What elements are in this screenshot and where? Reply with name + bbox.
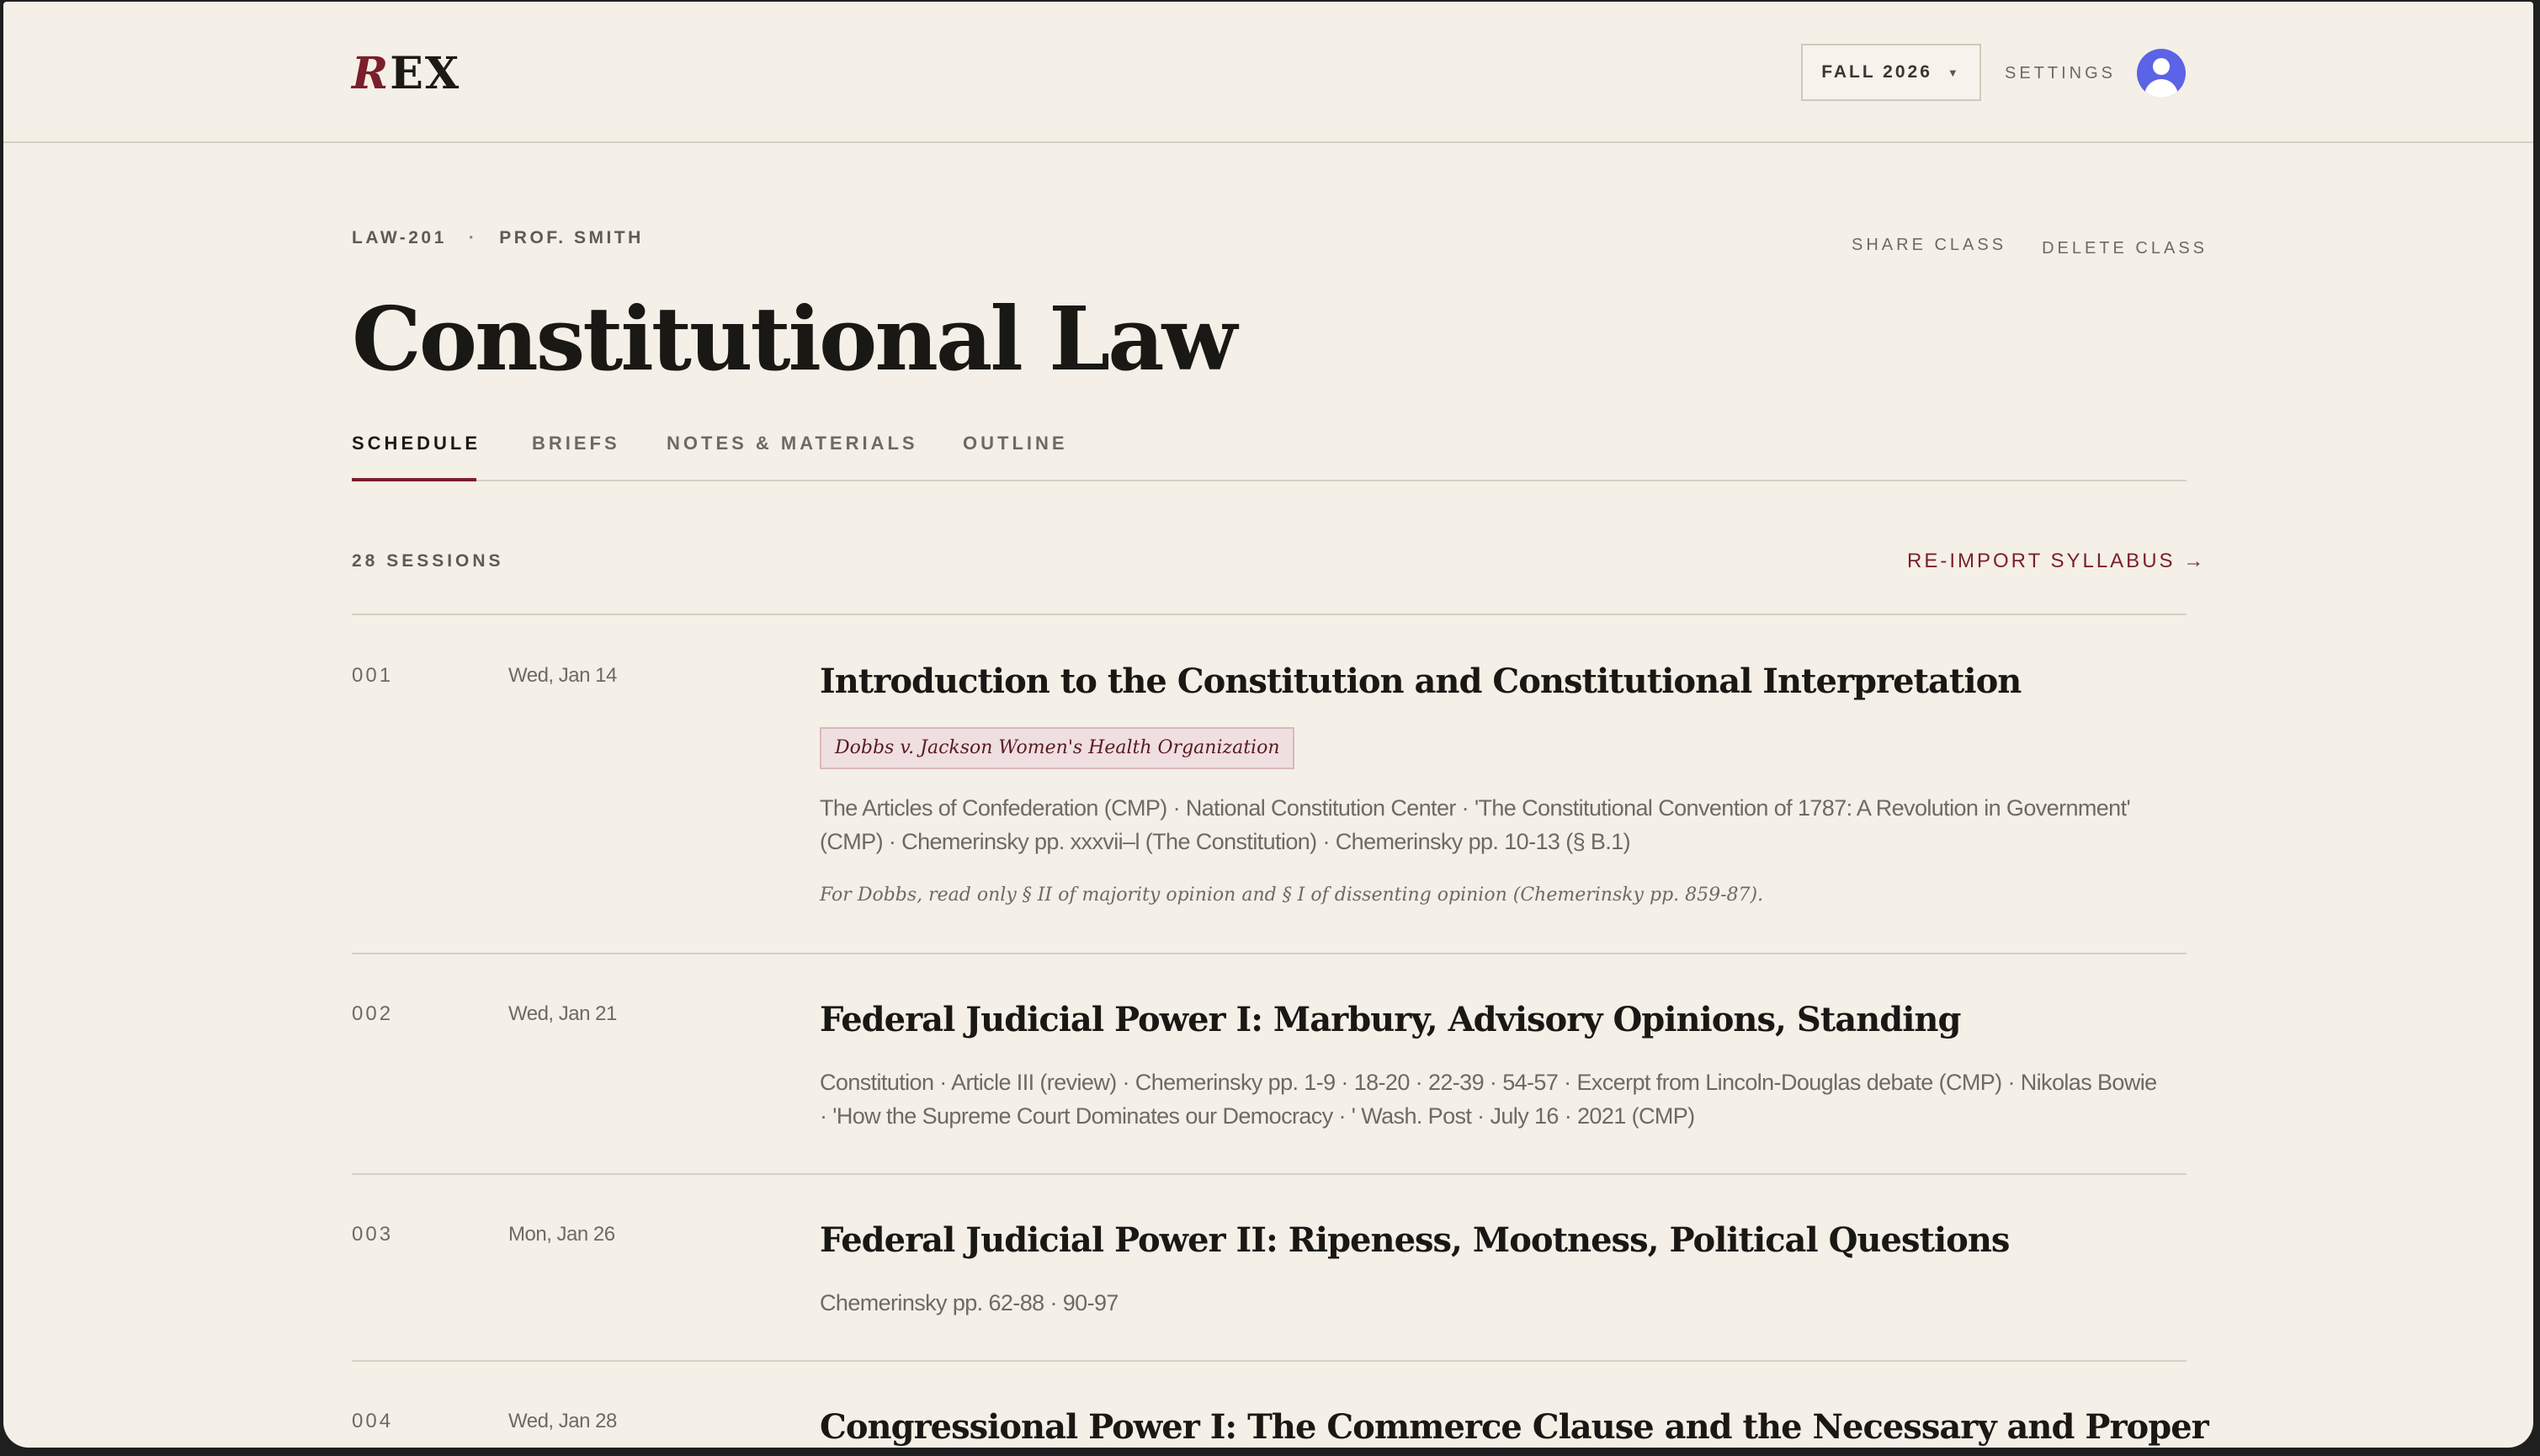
session-title[interactable]: Federal Judicial Power I: Marbury, Advis… xyxy=(820,996,1961,1044)
session-date: Wed, Jan 14 xyxy=(508,664,617,687)
session-number: 004 xyxy=(352,1410,394,1432)
divider xyxy=(352,953,2187,954)
tab-notes-materials[interactable]: NOTES & MATERIALS xyxy=(667,428,918,481)
session-number: 001 xyxy=(352,664,394,687)
tab-outline[interactable]: OUTLINE xyxy=(963,428,1068,481)
session-title[interactable]: Introduction to the Constitution and Con… xyxy=(820,658,2022,705)
session-date: Mon, Jan 26 xyxy=(508,1223,615,1246)
logo-initial: R xyxy=(352,48,391,99)
course-code: LAW-201 xyxy=(352,228,447,247)
tab-schedule[interactable]: SCHEDULE xyxy=(352,428,477,481)
logo[interactable]: REX xyxy=(352,49,460,99)
divider xyxy=(352,614,2187,615)
meta-separator: · xyxy=(468,228,478,247)
user-icon-body xyxy=(2144,79,2178,98)
term-label: FALL 2026 xyxy=(1821,62,1932,82)
divider xyxy=(352,1360,2187,1362)
class-actions: SHARE CLASS DELETE CLASS xyxy=(1852,232,2208,258)
top-bar: REX FALL 2026 ▼ SETTINGS xyxy=(3,2,2533,143)
settings-link[interactable]: SETTINGS xyxy=(2005,61,2116,86)
session-note: For Dobbs, read only § II of majority op… xyxy=(820,885,1764,906)
delete-class-button[interactable]: DELETE CLASS xyxy=(2042,236,2208,261)
share-class-button[interactable]: SHARE CLASS xyxy=(1852,232,2006,258)
session-readings: Constitution · Article III (review) · Ch… xyxy=(820,1070,2157,1129)
session-title[interactable]: Congressional Power I: The Commerce Clau… xyxy=(820,1404,2209,1448)
reimport-syllabus-link[interactable]: RE-IMPORT SYLLABUS → xyxy=(1907,547,2206,576)
avatar[interactable] xyxy=(2137,49,2186,98)
logo-text: EX xyxy=(390,48,461,99)
page-title: Constitutional Law xyxy=(352,287,1237,391)
session-number: 003 xyxy=(352,1223,394,1246)
session-date: Wed, Jan 28 xyxy=(508,1410,617,1432)
session-readings: Chemerinsky pp. 62-88 · 90-97 xyxy=(820,1290,1119,1315)
divider xyxy=(352,1173,2187,1175)
session-date: Wed, Jan 21 xyxy=(508,1002,617,1025)
course-professor: PROF. SMITH xyxy=(499,228,644,247)
session-number: 002 xyxy=(352,1002,394,1025)
course-meta: LAW-201 · PROF. SMITH xyxy=(352,226,644,251)
term-selector[interactable]: FALL 2026 ▼ xyxy=(1801,44,1981,101)
case-tag[interactable]: Dobbs v. Jackson Women's Health Organiza… xyxy=(820,727,1295,769)
caret-down-icon: ▼ xyxy=(1947,66,1961,79)
tab-bar: SCHEDULE BRIEFS NOTES & MATERIALS OUTLIN… xyxy=(352,428,2187,481)
session-count: 28 SESSIONS xyxy=(352,551,504,571)
tab-briefs[interactable]: BRIEFS xyxy=(532,428,620,481)
app-window: REX FALL 2026 ▼ SETTINGS LAW-201 · PROF.… xyxy=(3,2,2533,1448)
user-icon-head xyxy=(2153,58,2170,75)
session-title[interactable]: Federal Judicial Power II: Ripeness, Moo… xyxy=(820,1217,2010,1264)
session-readings: The Articles of Confederation (CMP) · Na… xyxy=(820,795,2131,854)
